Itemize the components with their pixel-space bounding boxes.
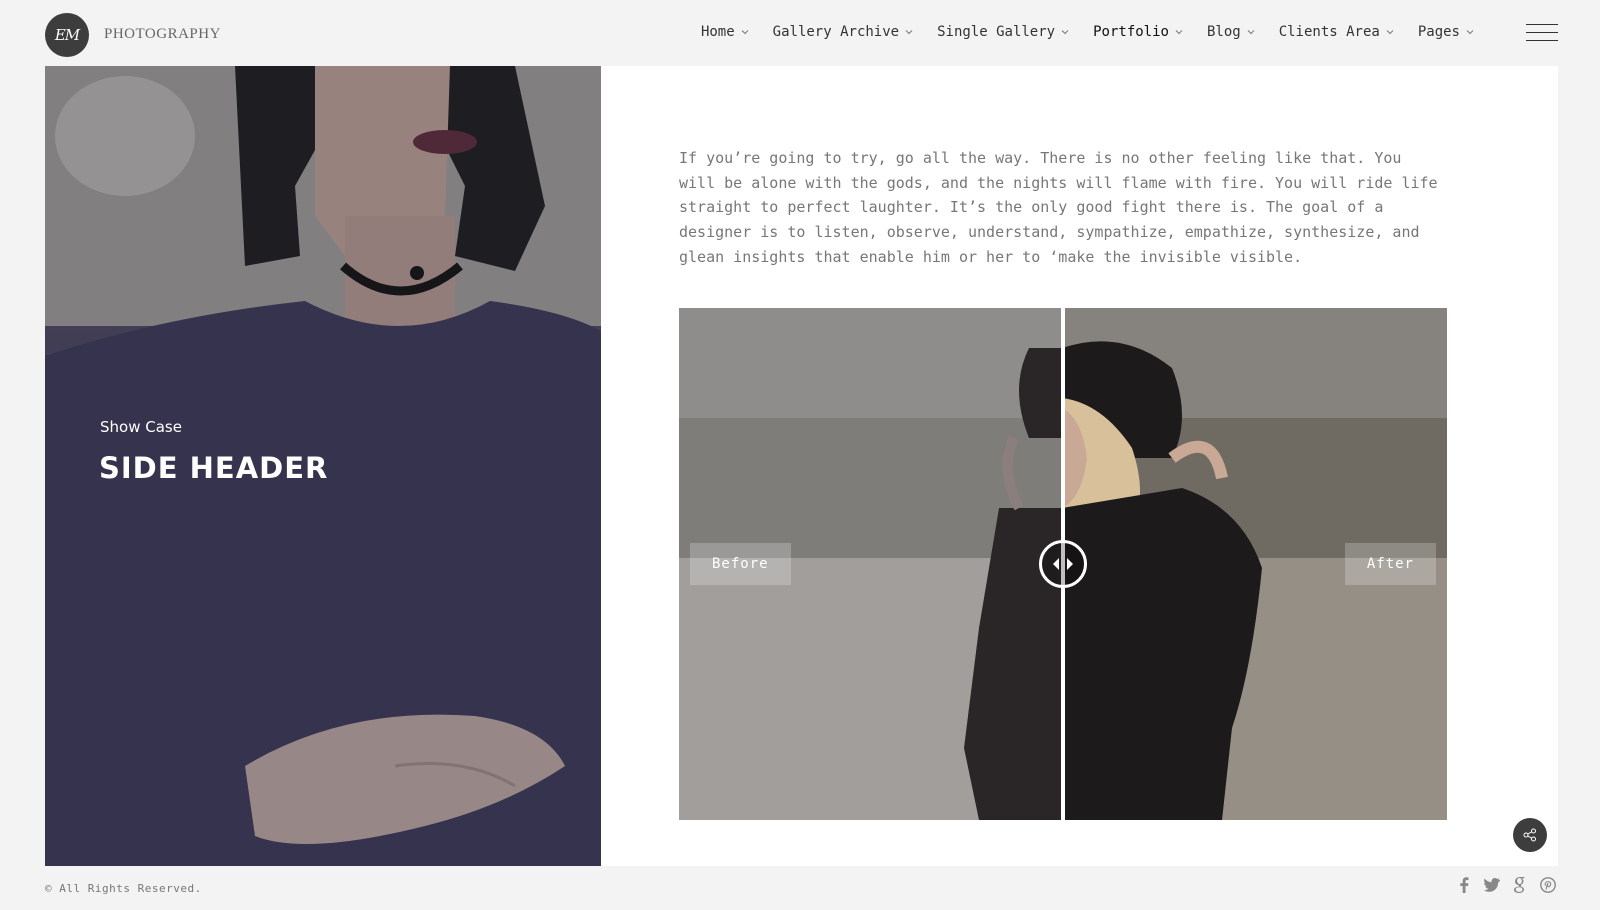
google-plus-icon[interactable] [1512, 877, 1528, 893]
nav-item-label: Portfolio [1093, 24, 1169, 40]
chevron-down-icon [1247, 28, 1255, 36]
share-button[interactable] [1513, 818, 1547, 852]
nav-item-label: Home [700, 24, 735, 40]
main-nav: Home Gallery Archive Single Gallery Port… [677, 24, 1474, 40]
nav-item-single-gallery[interactable]: Single Gallery [937, 24, 1069, 40]
side-title: SIDE HEADER [99, 451, 329, 485]
chevron-down-icon [1175, 28, 1183, 36]
nav-item-gallery-archive[interactable]: Gallery Archive [773, 24, 913, 40]
nav-item-label: Pages [1417, 24, 1460, 40]
chevron-down-icon [741, 28, 749, 36]
before-after-slider[interactable]: Before After [679, 308, 1447, 820]
hamburger-icon[interactable] [1526, 24, 1558, 44]
nav-item-blog[interactable]: Blog [1207, 24, 1255, 40]
pinterest-icon[interactable] [1540, 877, 1556, 893]
nav-item-label: Clients Area [1278, 24, 1380, 40]
after-label: After [1344, 543, 1436, 585]
facebook-icon[interactable] [1456, 877, 1472, 893]
logo-mark-text: EM [54, 26, 80, 44]
nav-item-portfolio[interactable]: Portfolio [1093, 24, 1183, 40]
main-panel: Show Case SIDE HEADER If you’re going to… [45, 66, 1558, 866]
chevron-down-icon [1061, 28, 1069, 36]
nav-item-home[interactable]: Home [701, 24, 749, 40]
nav-item-clients-area[interactable]: Clients Area [1279, 24, 1394, 40]
copyright: © All Rights Reserved. [45, 882, 202, 895]
nav-item-label: Single Gallery [937, 24, 1056, 40]
nav-item-label: Blog [1206, 24, 1241, 40]
body-paragraph: If you’re going to try, go all the way. … [679, 149, 1438, 266]
side-header-image: Show Case SIDE HEADER [45, 66, 601, 866]
share-icon [1523, 828, 1536, 842]
chevron-down-icon [905, 28, 913, 36]
side-subtitle: Show Case [100, 418, 182, 436]
slider-handle[interactable] [1039, 540, 1087, 588]
chevron-down-icon [1386, 28, 1394, 36]
nav-item-label: Gallery Archive [772, 24, 900, 40]
logo-text[interactable]: PHOTOGRAPHY [104, 26, 221, 43]
twitter-icon[interactable] [1484, 877, 1500, 893]
social-links [1456, 877, 1556, 893]
chevron-down-icon [1466, 28, 1474, 36]
logo-mark[interactable]: EM [45, 13, 89, 57]
before-label: Before [690, 543, 791, 585]
nav-item-pages[interactable]: Pages [1418, 24, 1474, 40]
site-header: EM PHOTOGRAPHY Home Gallery Archive Sing… [0, 0, 1600, 66]
arrows-left-right-icon [1053, 558, 1073, 570]
